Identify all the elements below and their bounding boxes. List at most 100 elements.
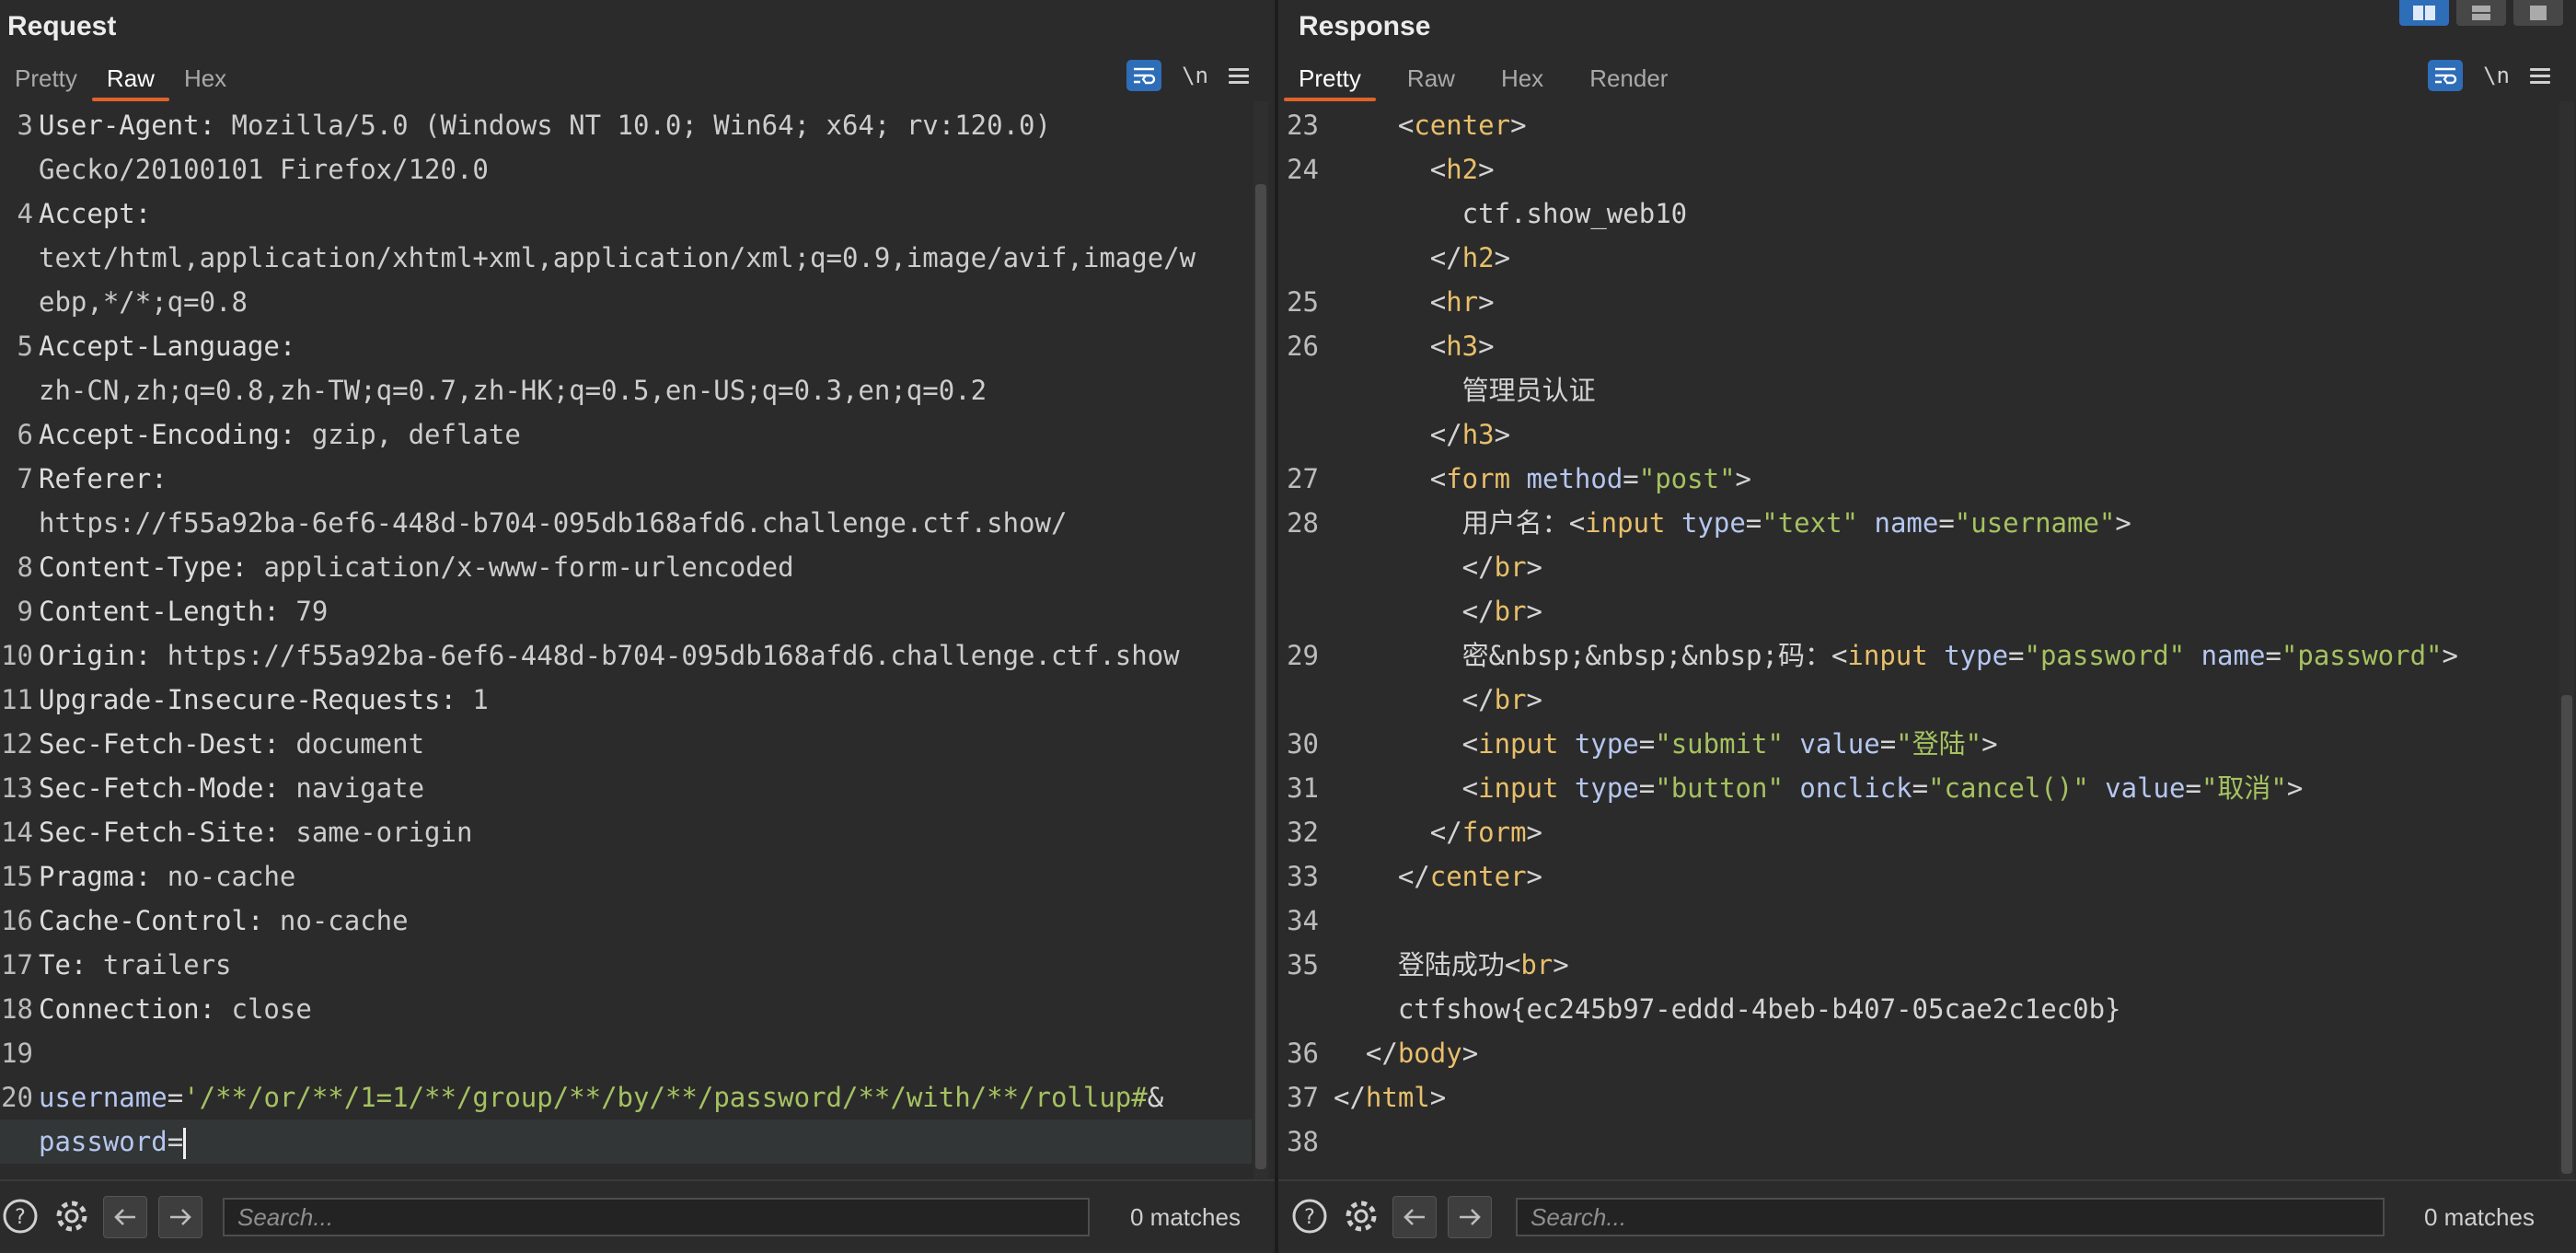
line-content: </body> (1334, 1031, 1478, 1075)
token: Pragma: (39, 861, 167, 892)
request-scrollbar[interactable] (1253, 101, 1268, 1180)
line-content: Te: trailers (39, 943, 232, 987)
code-line: 32 </form> (1278, 810, 2548, 854)
line-content: </h2> (1334, 236, 1510, 280)
line-content: Accept-Language: (39, 324, 295, 368)
line-number: 29 (1287, 640, 1319, 671)
settings-icon[interactable] (52, 1196, 92, 1236)
menu-icon[interactable] (1229, 67, 1249, 84)
code-line: </br> (1278, 589, 2548, 633)
response-search-input[interactable] (1516, 1198, 2385, 1236)
layout-icon[interactable] (2513, 0, 2563, 26)
arrow-left-icon[interactable] (1392, 1196, 1437, 1238)
help-icon[interactable]: ? (0, 1196, 40, 1236)
line-number: 15 (1, 861, 33, 892)
token: input (1847, 640, 1928, 671)
svg-text:?: ? (1304, 1206, 1315, 1229)
token: = (1745, 507, 1762, 539)
request-search-input[interactable] (223, 1198, 1090, 1236)
layout-icon[interactable] (2399, 0, 2449, 26)
newline-toggle[interactable]: \n (1182, 63, 1208, 88)
token: no-cache (167, 861, 296, 892)
line-content: User-Agent: Mozilla/5.0 (Windows NT 10.0… (39, 103, 1051, 147)
code-line: ctf.show_web10 (1278, 191, 2548, 236)
token: = (2185, 772, 2201, 804)
line-content: Sec-Fetch-Mode: navigate (39, 766, 424, 810)
response-scrollbar[interactable] (2559, 101, 2574, 1180)
token: > (1478, 331, 1495, 362)
request-tab-raw[interactable]: Raw (91, 57, 169, 101)
help-icon[interactable]: ? (1289, 1196, 1330, 1236)
code-line: 16 Cache-Control: no-cache (0, 899, 1252, 943)
token: > (2115, 507, 2131, 539)
token: same-origin (295, 817, 473, 848)
token: "text" (1762, 507, 1859, 539)
line-content: text/html,application/xhtml+xml,applicat… (39, 236, 1196, 280)
token: Accept: (39, 198, 152, 229)
response-tab-hex[interactable]: Hex (1486, 57, 1558, 101)
line-content: https://f55a92ba-6ef6-448d-b704-095db168… (39, 501, 1067, 545)
response-tab-raw[interactable]: Raw (1392, 57, 1470, 101)
token: > (1526, 684, 1542, 715)
line-content: </br> (1334, 589, 1542, 633)
line-content: username='/**/or/**/1=1/**/group/**/by/*… (39, 1075, 1163, 1120)
response-tab-pretty[interactable]: Pretty (1284, 57, 1376, 101)
response-editor[interactable]: 22 <body>23 <center>24 <h2> ctf.show_web… (1278, 101, 2548, 1180)
token: "password" (2024, 640, 2186, 671)
code-line: 13 Sec-Fetch-Mode: navigate (0, 766, 1252, 810)
token: > (1478, 286, 1495, 318)
token: Sec-Fetch-Mode: (39, 772, 296, 804)
line-number: 19 (1, 1038, 33, 1069)
response-tab-render[interactable]: Render (1575, 57, 1682, 101)
token: br (1494, 551, 1527, 583)
line-content: Connection: close (39, 987, 312, 1031)
newline-toggle[interactable]: \n (2483, 63, 2510, 88)
request-tab-pretty[interactable]: Pretty (0, 57, 92, 101)
line-number: 13 (1, 772, 33, 804)
token: close (231, 993, 312, 1025)
line-number: 18 (1, 993, 33, 1025)
request-tab-hex[interactable]: Hex (169, 57, 241, 101)
menu-icon[interactable] (2530, 67, 2550, 84)
line-content: </br> (1334, 678, 1542, 722)
token: ctf.show_web10 (1334, 198, 1688, 229)
token: form (1461, 817, 1527, 848)
token: > (1478, 154, 1495, 185)
arrow-left-icon[interactable] (103, 1196, 147, 1238)
line-number: 26 (1287, 331, 1319, 362)
line-number: 38 (1287, 1126, 1319, 1157)
token: no-cache (279, 905, 409, 936)
token: > (1429, 1082, 1447, 1113)
request-tabs: Pretty Raw Hex (0, 57, 241, 101)
token: < (1831, 640, 1848, 671)
line-content: Accept: (39, 191, 151, 236)
wrap-lines-icon[interactable] (2428, 60, 2464, 91)
token: < (1334, 286, 1447, 318)
token: < (1334, 463, 1447, 494)
code-line: password= (0, 1120, 1252, 1164)
line-content: Sec-Fetch-Dest: document (39, 722, 424, 766)
code-line: 31 <input type="button" onclick="cancel(… (1278, 766, 2548, 810)
arrow-right-icon[interactable] (158, 1196, 202, 1238)
token: User-Agent: (39, 110, 232, 141)
token: = (1638, 728, 1656, 760)
token: center (1429, 861, 1527, 892)
request-editor[interactable]: 2Host: f55a92ba-6ef6-448d-b704-095db168a… (0, 101, 1252, 1180)
token: navigate (295, 772, 425, 804)
arrow-right-icon[interactable] (1448, 1196, 1492, 1238)
settings-icon[interactable] (1341, 1196, 1381, 1236)
line-number: 28 (1287, 507, 1319, 539)
code-line: 19 (0, 1031, 1252, 1075)
token: = (1912, 772, 1929, 804)
token: > (1494, 242, 1511, 273)
token: trailers (102, 949, 232, 980)
code-line: 17 Te: trailers (0, 943, 1252, 987)
token: </ (1334, 242, 1462, 273)
line-number: 14 (1, 817, 33, 848)
wrap-lines-icon[interactable] (1126, 60, 1162, 91)
code-line: 3 User-Agent: Mozilla/5.0 (Windows NT 10.… (0, 103, 1252, 147)
layout-icon[interactable] (2456, 0, 2506, 26)
code-line: 34 (1278, 899, 2548, 943)
